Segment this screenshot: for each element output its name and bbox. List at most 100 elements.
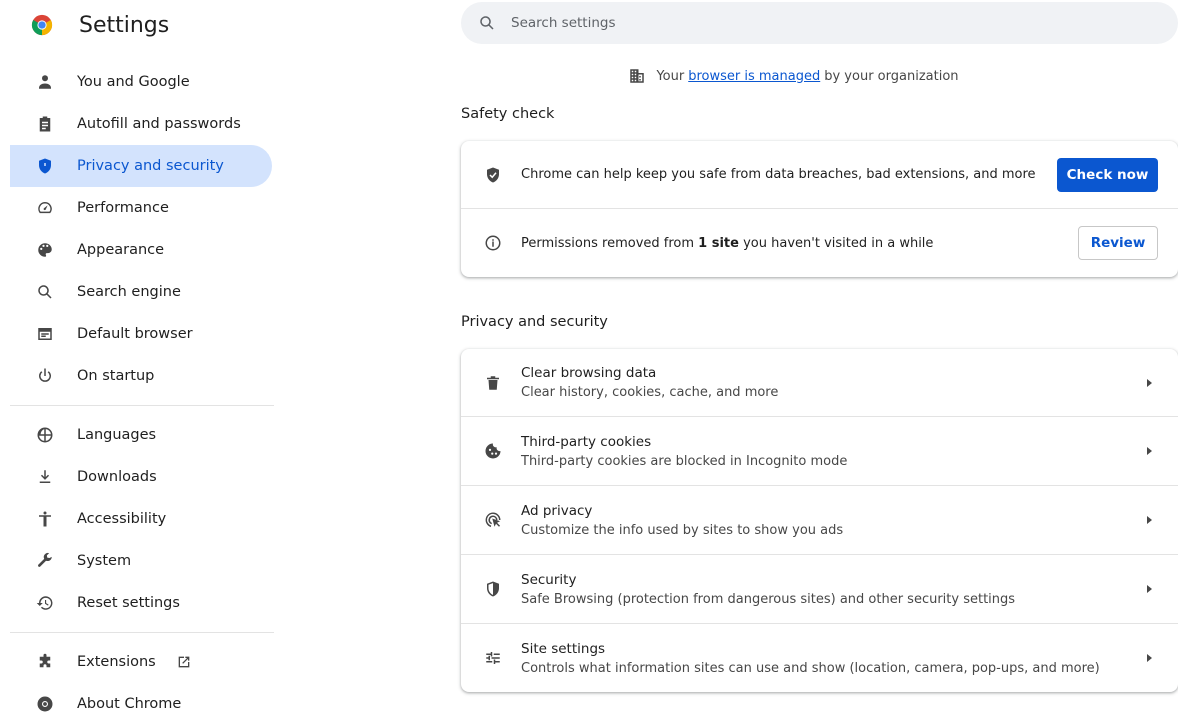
sidebar-item-label: On startup (77, 368, 155, 384)
search-input[interactable] (509, 14, 1113, 32)
sidebar: Settings You and Google Autofill and pas… (0, 0, 285, 720)
page-title: Settings (79, 12, 170, 38)
ad-privacy-icon (483, 510, 503, 530)
browser-window-icon (35, 324, 55, 344)
sidebar-item-label: Default browser (77, 326, 193, 342)
sidebar-item-languages[interactable]: Languages (10, 414, 272, 456)
trash-icon (483, 373, 503, 393)
browser-managed-link[interactable]: browser is managed (688, 69, 820, 84)
divider (10, 405, 274, 406)
row-text: Ad privacy Customize the info used by si… (521, 503, 1142, 538)
review-button[interactable]: Review (1078, 226, 1158, 260)
wrench-icon (35, 551, 55, 571)
permissions-text-before: Permissions removed from (521, 235, 695, 251)
arrow-right-icon (1142, 651, 1156, 665)
accessibility-icon (35, 509, 55, 529)
row-subtitle: Safe Browsing (protection from dangerous… (521, 591, 1016, 607)
sidebar-item-autofill[interactable]: Autofill and passwords (10, 103, 272, 145)
sidebar-item-label: Reset settings (77, 595, 180, 611)
privacy-section-title: Privacy and security (461, 314, 608, 330)
sidebar-item-appearance[interactable]: Appearance (10, 229, 272, 271)
sidebar-item-privacy[interactable]: Privacy and security (10, 145, 272, 187)
row-title: Clear browsing data (521, 365, 657, 381)
row-text: Site settings Controls what information … (521, 641, 1142, 676)
permissions-text-bold: 1 site (698, 235, 739, 251)
shield-check-icon (483, 165, 503, 185)
open-in-new-icon (176, 654, 192, 670)
chrome-icon (35, 694, 55, 714)
download-icon (35, 467, 55, 487)
security-row[interactable]: Security Safe Browsing (protection from … (461, 554, 1178, 623)
row-text: Clear browsing data Clear history, cooki… (521, 365, 1142, 400)
sidebar-item-label: Languages (77, 427, 157, 443)
sidebar-item-on-startup[interactable]: On startup (10, 355, 272, 397)
sidebar-item-label: Accessibility (77, 511, 167, 527)
sidebar-item-label: Performance (77, 200, 169, 216)
row-title: Security (521, 571, 577, 588)
row-text: Security Safe Browsing (protection from … (521, 572, 1142, 607)
speedometer-icon (35, 198, 55, 218)
check-now-button[interactable]: Check now (1057, 157, 1158, 192)
sidebar-item-system[interactable]: System (10, 540, 272, 582)
sidebar-item-downloads[interactable]: Downloads (10, 456, 272, 498)
cookie-icon (483, 441, 503, 461)
clear-browsing-data-row[interactable]: Clear browsing data Clear history, cooki… (461, 349, 1178, 416)
puzzle-icon (35, 652, 55, 672)
search-icon (478, 14, 496, 32)
sidebar-item-label: About Chrome (77, 696, 182, 712)
row-text: Third-party cookies Third-party cookies … (521, 434, 1142, 469)
safety-check-text: Chrome can help keep you safe from data … (521, 167, 1036, 182)
sidebar-item-about-chrome[interactable]: About Chrome (10, 683, 272, 725)
row-title: Ad privacy (521, 502, 593, 519)
divider (10, 632, 274, 633)
site-settings-row[interactable]: Site settings Controls what information … (461, 623, 1178, 692)
privacy-card: Clear browsing data Clear history, cooki… (461, 349, 1178, 692)
person-icon (35, 72, 55, 92)
safety-check-card: Chrome can help keep you safe from data … (461, 141, 1178, 277)
permissions-text-after: you haven't visited in a while (743, 235, 934, 251)
reset-history-icon (35, 593, 55, 613)
sidebar-item-reset-settings[interactable]: Reset settings (10, 582, 272, 624)
arrow-right-icon (1142, 376, 1156, 390)
power-icon (35, 366, 55, 386)
permissions-row: Permissions removed from 1 site you have… (461, 208, 1178, 277)
sidebar-item-label: Privacy and security (77, 158, 224, 174)
sidebar-nav: You and Google Autofill and passwords Pr… (10, 61, 274, 725)
sidebar-item-accessibility[interactable]: Accessibility (10, 498, 272, 540)
palette-icon (35, 240, 55, 260)
sidebar-item-extensions[interactable]: Extensions (10, 641, 272, 683)
row-title: Site settings (521, 640, 606, 657)
info-icon (483, 233, 503, 253)
sidebar-item-label: Autofill and passwords (77, 116, 241, 132)
sidebar-item-you-and-google[interactable]: You and Google (10, 61, 272, 103)
sidebar-item-search-engine[interactable]: Search engine (10, 271, 272, 313)
row-subtitle: Clear history, cookies, cache, and more (521, 385, 779, 400)
ad-privacy-row[interactable]: Ad privacy Customize the info used by si… (461, 485, 1178, 554)
managed-notice: Your browser is managed by your organiza… (461, 66, 1178, 86)
sidebar-item-performance[interactable]: Performance (10, 187, 272, 229)
globe-icon (35, 425, 55, 445)
sidebar-item-label: You and Google (77, 74, 190, 90)
arrow-right-icon (1142, 444, 1156, 458)
clipboard-icon (35, 114, 55, 134)
safety-check-title: Safety check (461, 106, 555, 122)
chrome-logo-icon (31, 14, 53, 36)
managed-prefix: Your (656, 68, 685, 84)
row-title: Third-party cookies (521, 433, 652, 450)
search-icon (35, 282, 55, 302)
sliders-icon (483, 648, 503, 668)
sidebar-item-default-browser[interactable]: Default browser (10, 313, 272, 355)
row-subtitle: Third-party cookies are blocked in Incog… (521, 453, 848, 469)
permissions-text: Permissions removed from 1 site you have… (521, 236, 1078, 251)
search-bar[interactable] (461, 2, 1178, 44)
sidebar-item-label: Extensions (77, 654, 156, 670)
row-subtitle: Customize the info used by sites to show… (521, 522, 844, 538)
shield-half-icon (483, 579, 503, 599)
safety-check-row: Chrome can help keep you safe from data … (461, 141, 1178, 208)
building-icon (628, 67, 646, 85)
sidebar-item-label: Appearance (77, 242, 165, 258)
arrow-right-icon (1142, 582, 1156, 596)
row-subtitle: Controls what information sites can use … (521, 660, 1100, 676)
sidebar-item-label: Search engine (77, 284, 181, 300)
third-party-cookies-row[interactable]: Third-party cookies Third-party cookies … (461, 416, 1178, 485)
